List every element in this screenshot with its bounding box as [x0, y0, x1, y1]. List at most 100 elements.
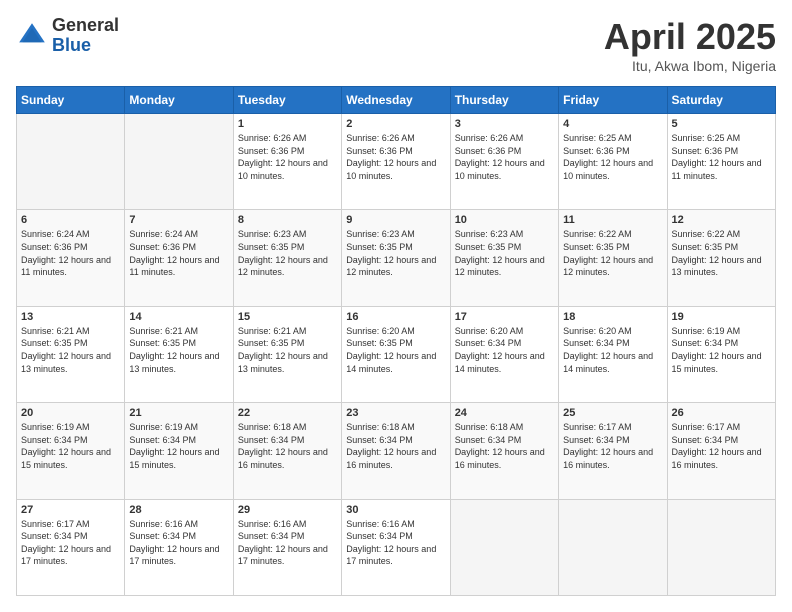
calendar-cell: 15 Sunrise: 6:21 AMSunset: 6:35 PMDayligh…	[233, 306, 341, 402]
weekday-row: SundayMondayTuesdayWednesdayThursdayFrid…	[17, 87, 776, 114]
calendar-cell: 9Sunrise: 6:23 AMSunset: 6:35 PMDaylight…	[342, 210, 450, 306]
day-number: 23	[346, 407, 445, 419]
day-number: 14	[129, 311, 228, 323]
day-number: 8	[238, 214, 337, 226]
day-info: Sunrise: 6:16 AMSunset: 6:34 PMDaylight:…	[346, 518, 445, 568]
calendar-cell	[17, 114, 125, 210]
day-info: Sunrise: 6:17 AMSunset: 6:34 PMDaylight:…	[672, 421, 771, 471]
calendar-cell: 10 Sunrise: 6:23 AMSunset: 6:35 PMDayligh…	[450, 210, 558, 306]
calendar-cell: 22Sunrise: 6:18 AMSunset: 6:34 PMDayligh…	[233, 403, 341, 499]
calendar-cell: 17 Sunrise: 6:20 AMSunset: 6:34 PMDayligh…	[450, 306, 558, 402]
day-number: 3	[455, 118, 554, 130]
calendar-cell: 13 Sunrise: 6:21 AMSunset: 6:35 PMDayligh…	[17, 306, 125, 402]
day-info: Sunrise: 6:22 AMSunset: 6:35 PMDaylight:…	[563, 228, 662, 278]
calendar-cell: 1 Sunrise: 6:26 AMSunset: 6:36 PMDaylight…	[233, 114, 341, 210]
weekday-header: Wednesday	[342, 87, 450, 114]
day-info: Sunrise: 6:18 AMSunset: 6:34 PMDaylight:…	[238, 421, 337, 471]
day-number: 1	[238, 118, 337, 130]
day-info: Sunrise: 6:18 AMSunset: 6:34 PMDaylight:…	[346, 421, 445, 471]
day-number: 2	[346, 118, 445, 130]
day-number: 30	[346, 504, 445, 516]
day-info: Sunrise: 6:22 AMSunset: 6:35 PMDaylight:…	[672, 228, 771, 278]
day-number: 17	[455, 311, 554, 323]
page: General Blue April 2025 Itu, Akwa Ibom, …	[0, 0, 792, 612]
day-info: Sunrise: 6:26 AMSunset: 6:36 PMDaylight:…	[238, 132, 337, 182]
day-info: Sunrise: 6:20 AMSunset: 6:34 PMDaylight:…	[455, 325, 554, 375]
day-number: 25	[563, 407, 662, 419]
day-info: Sunrise: 6:23 AMSunset: 6:35 PMDaylight:…	[455, 228, 554, 278]
day-info: Sunrise: 6:20 AMSunset: 6:34 PMDaylight:…	[563, 325, 662, 375]
day-info: Sunrise: 6:25 AMSunset: 6:36 PMDaylight:…	[672, 132, 771, 182]
calendar-cell: 19Sunrise: 6:19 AMSunset: 6:34 PMDayligh…	[667, 306, 775, 402]
calendar-cell: 2 Sunrise: 6:26 AMSunset: 6:36 PMDaylight…	[342, 114, 450, 210]
day-number: 20	[21, 407, 120, 419]
day-number: 11	[563, 214, 662, 226]
weekday-header: Saturday	[667, 87, 775, 114]
calendar-body: 1 Sunrise: 6:26 AMSunset: 6:36 PMDaylight…	[17, 114, 776, 596]
day-number: 18	[563, 311, 662, 323]
day-info: Sunrise: 6:21 AMSunset: 6:35 PMDaylight:…	[129, 325, 228, 375]
day-number: 26	[672, 407, 771, 419]
day-number: 29	[238, 504, 337, 516]
calendar-cell: 20 Sunrise: 6:19 AMSunset: 6:34 PMDayligh…	[17, 403, 125, 499]
weekday-header: Tuesday	[233, 87, 341, 114]
calendar-cell: 28Sunrise: 6:16 AMSunset: 6:34 PMDayligh…	[125, 499, 233, 595]
day-number: 7	[129, 214, 228, 226]
day-number: 15	[238, 311, 337, 323]
header: General Blue April 2025 Itu, Akwa Ibom, …	[16, 16, 776, 74]
day-number: 13	[21, 311, 120, 323]
day-number: 21	[129, 407, 228, 419]
logo: General Blue	[16, 16, 119, 56]
day-info: Sunrise: 6:19 AMSunset: 6:34 PMDaylight:…	[129, 421, 228, 471]
calendar-cell: 14 Sunrise: 6:21 AMSunset: 6:35 PMDayligh…	[125, 306, 233, 402]
weekday-header: Friday	[559, 87, 667, 114]
day-info: Sunrise: 6:24 AMSunset: 6:36 PMDaylight:…	[21, 228, 120, 278]
day-number: 12	[672, 214, 771, 226]
calendar-cell: 7 Sunrise: 6:24 AMSunset: 6:36 PMDaylight…	[125, 210, 233, 306]
calendar-cell: 12 Sunrise: 6:22 AMSunset: 6:35 PMDayligh…	[667, 210, 775, 306]
calendar-cell: 18 Sunrise: 6:20 AMSunset: 6:34 PMDayligh…	[559, 306, 667, 402]
day-info: Sunrise: 6:19 AMSunset: 6:34 PMDaylight:…	[21, 421, 120, 471]
logo-text: General Blue	[52, 16, 119, 56]
day-info: Sunrise: 6:25 AMSunset: 6:36 PMDaylight:…	[563, 132, 662, 182]
day-info: Sunrise: 6:26 AMSunset: 6:36 PMDaylight:…	[346, 132, 445, 182]
calendar-cell	[559, 499, 667, 595]
day-number: 6	[21, 214, 120, 226]
calendar-week-row: 20 Sunrise: 6:19 AMSunset: 6:34 PMDayligh…	[17, 403, 776, 499]
calendar-header: SundayMondayTuesdayWednesdayThursdayFrid…	[17, 87, 776, 114]
calendar-cell: 5Sunrise: 6:25 AMSunset: 6:36 PMDaylight…	[667, 114, 775, 210]
logo-blue: Blue	[52, 36, 119, 56]
logo-general: General	[52, 16, 119, 36]
calendar-cell: 26 Sunrise: 6:17 AMSunset: 6:34 PMDayligh…	[667, 403, 775, 499]
day-number: 27	[21, 504, 120, 516]
logo-icon	[16, 20, 48, 52]
day-number: 24	[455, 407, 554, 419]
calendar-cell	[125, 114, 233, 210]
weekday-header: Sunday	[17, 87, 125, 114]
calendar-week-row: 13 Sunrise: 6:21 AMSunset: 6:35 PMDayligh…	[17, 306, 776, 402]
calendar-week-row: 1 Sunrise: 6:26 AMSunset: 6:36 PMDaylight…	[17, 114, 776, 210]
calendar-cell: 29 Sunrise: 6:16 AMSunset: 6:34 PMDayligh…	[233, 499, 341, 595]
day-info: Sunrise: 6:16 AMSunset: 6:34 PMDaylight:…	[238, 518, 337, 568]
calendar-cell	[450, 499, 558, 595]
day-info: Sunrise: 6:21 AMSunset: 6:35 PMDaylight:…	[21, 325, 120, 375]
calendar-week-row: 6 Sunrise: 6:24 AMSunset: 6:36 PMDaylight…	[17, 210, 776, 306]
calendar-cell: 16Sunrise: 6:20 AMSunset: 6:35 PMDayligh…	[342, 306, 450, 402]
calendar-cell: 8Sunrise: 6:23 AMSunset: 6:35 PMDaylight…	[233, 210, 341, 306]
title-section: April 2025 Itu, Akwa Ibom, Nigeria	[604, 16, 776, 74]
day-info: Sunrise: 6:17 AMSunset: 6:34 PMDaylight:…	[563, 421, 662, 471]
day-info: Sunrise: 6:20 AMSunset: 6:35 PMDaylight:…	[346, 325, 445, 375]
day-info: Sunrise: 6:21 AMSunset: 6:35 PMDaylight:…	[238, 325, 337, 375]
calendar-cell: 24 Sunrise: 6:18 AMSunset: 6:34 PMDayligh…	[450, 403, 558, 499]
day-info: Sunrise: 6:19 AMSunset: 6:34 PMDaylight:…	[672, 325, 771, 375]
day-info: Sunrise: 6:18 AMSunset: 6:34 PMDaylight:…	[455, 421, 554, 471]
location: Itu, Akwa Ibom, Nigeria	[604, 58, 776, 74]
calendar: SundayMondayTuesdayWednesdayThursdayFrid…	[16, 86, 776, 596]
calendar-cell: 4Sunrise: 6:25 AMSunset: 6:36 PMDaylight…	[559, 114, 667, 210]
day-number: 9	[346, 214, 445, 226]
calendar-cell	[667, 499, 775, 595]
day-info: Sunrise: 6:24 AMSunset: 6:36 PMDaylight:…	[129, 228, 228, 278]
day-number: 10	[455, 214, 554, 226]
day-number: 28	[129, 504, 228, 516]
weekday-header: Thursday	[450, 87, 558, 114]
